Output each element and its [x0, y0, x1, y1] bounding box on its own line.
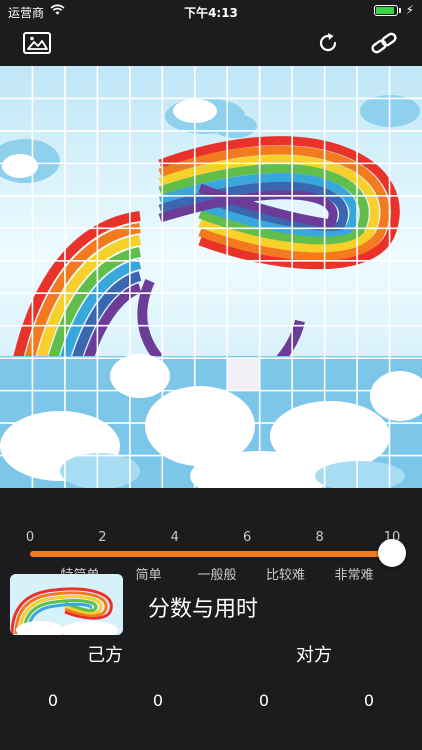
- difficulty-ticks: 0 2 4 6 8 10: [0, 530, 422, 546]
- tick-label: 8: [315, 530, 324, 545]
- self-score: 0: [47, 691, 59, 710]
- tick-label: 4: [170, 530, 179, 545]
- link-button[interactable]: [368, 28, 400, 58]
- toolbar: [0, 22, 422, 66]
- refresh-button[interactable]: [312, 28, 344, 58]
- thumbnail-image: [10, 574, 123, 635]
- tick-label: 6: [243, 530, 252, 545]
- status-time: 下午4:13: [184, 6, 238, 20]
- refresh-icon: [319, 33, 337, 52]
- image-picker-button[interactable]: [21, 28, 53, 58]
- puzzle-image[interactable]: [0, 66, 422, 488]
- difficulty-level-label[interactable]: 简单: [135, 564, 161, 583]
- battery-icon: [374, 5, 398, 16]
- self-label: 己方: [87, 645, 123, 666]
- self-time: 0: [152, 691, 164, 710]
- charging-icon: ⚡: [405, 3, 414, 17]
- score-title: 分数与用时: [148, 597, 259, 622]
- puzzle-thumbnail[interactable]: [10, 574, 123, 635]
- opponent-label: 对方: [296, 645, 332, 666]
- opponent-time: 0: [363, 691, 375, 710]
- difficulty-level-label[interactable]: 比较难: [266, 564, 305, 583]
- battery-tip: [399, 8, 401, 13]
- difficulty-level-label[interactable]: 一般般: [197, 564, 236, 583]
- puzzle-board[interactable]: [0, 66, 422, 488]
- opponent-score: 0: [258, 691, 270, 710]
- difficulty-slider[interactable]: [30, 539, 406, 567]
- link-icon: [371, 32, 397, 54]
- status-bar: 运营商 下午4:13 ⚡: [0, 0, 422, 22]
- difficulty-level-label[interactable]: 非常难: [334, 564, 373, 583]
- tick-label: 2: [98, 530, 107, 545]
- tick-label: 0: [25, 530, 35, 545]
- slider-track[interactable]: [30, 551, 392, 557]
- image-icon: [23, 32, 51, 54]
- slider-thumb[interactable]: [378, 539, 406, 567]
